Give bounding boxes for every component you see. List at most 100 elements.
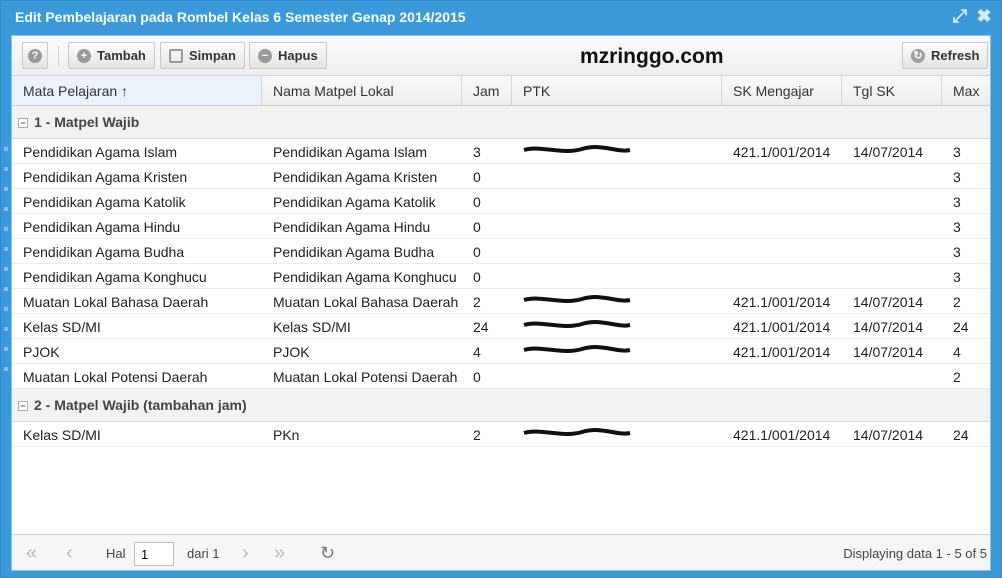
cell-mata-pelajaran: Kelas SD/MI (23, 427, 101, 443)
cell-max: 24 (953, 319, 969, 335)
toolbar: ? + Tambah Simpan − Hapus mzringgo.com ↻… (12, 36, 990, 76)
cell-sk-mengajar: 421.1/001/2014 (733, 319, 831, 335)
table-row[interactable]: Kelas SD/MI Kelas SD/MI 24 421.1/001/2014 14… (12, 314, 990, 339)
next-page-icon[interactable]: › (242, 543, 249, 563)
cell-max: 3 (953, 169, 961, 185)
cell-mata-pelajaran: Pendidikan Agama Islam (23, 144, 178, 160)
cell-mata-pelajaran: Pendidikan Agama Katolik (23, 194, 186, 210)
cell-mata-pelajaran: PJOK (23, 344, 60, 360)
add-label: Tambah (97, 48, 146, 63)
column-header-ptk[interactable]: PTK (512, 76, 722, 105)
plus-icon: + (77, 48, 91, 63)
table-row[interactable]: Pendidikan Agama Islam Pendidikan Agama I… (12, 139, 990, 164)
close-icon[interactable]: ✖ (975, 7, 993, 25)
cell-mata-pelajaran: Pendidikan Agama Hindu (23, 219, 181, 235)
collapse-icon[interactable]: − (18, 401, 28, 411)
cell-jam: 0 (473, 244, 481, 260)
cell-mata-pelajaran: Kelas SD/MI (23, 319, 101, 335)
cell-sk-mengajar: 421.1/001/2014 (733, 144, 831, 160)
cell-jam: 0 (473, 219, 481, 235)
cell-tgl-sk: 14/07/2014 (853, 427, 924, 443)
table-row[interactable]: Pendidikan Agama Hindu Pendidikan Agama H… (12, 214, 990, 239)
column-header-sk-mengajar[interactable]: SK Mengajar (722, 76, 842, 105)
column-header-nama-matpel-lokal[interactable]: Nama Matpel Lokal (262, 76, 462, 105)
toolbar-divider (58, 46, 59, 66)
cell-nama-matpel-lokal: Muatan Lokal Bahasa Daerah (273, 294, 459, 310)
cell-nama-matpel-lokal: Pendidikan Agama Kristen (273, 169, 438, 185)
column-header-tgl-sk[interactable]: Tgl SK (842, 76, 942, 105)
group-label: 2 - Matpel Wajib (tambahan jam) (34, 397, 247, 413)
cell-max: 3 (953, 194, 961, 210)
cell-nama-matpel-lokal: PJOK (273, 344, 310, 360)
save-label: Simpan (189, 48, 236, 63)
refresh-icon: ↻ (911, 48, 925, 63)
cell-nama-matpel-lokal: Kelas SD/MI (273, 319, 351, 335)
page-number-input[interactable] (134, 542, 174, 566)
table-row[interactable]: Pendidikan Agama Katolik Pendidikan Agama… (12, 189, 990, 214)
cell-max: 3 (953, 244, 961, 260)
group-label: 1 - Matpel Wajib (34, 114, 140, 130)
cell-sk-mengajar: 421.1/001/2014 (733, 294, 831, 310)
ptk-redacted-scribble (523, 428, 631, 436)
cell-sk-mengajar: 421.1/001/2014 (733, 427, 831, 443)
cell-nama-matpel-lokal: Muatan Lokal Potensi Daerah (273, 369, 458, 385)
cell-mata-pelajaran: Muatan Lokal Potensi Daerah (23, 369, 208, 385)
table-row[interactable]: PJOK PJOK 4 421.1/001/2014 14/07/2014 4 (12, 339, 990, 364)
cell-max: 3 (953, 219, 961, 235)
table-row[interactable]: Pendidikan Agama Budha Pendidikan Agama B… (12, 239, 990, 264)
cell-max: 24 (953, 427, 969, 443)
collapse-icon[interactable]: − (18, 118, 28, 128)
table-row[interactable]: Muatan Lokal Potensi Daerah Muatan Lokal … (12, 364, 990, 389)
cell-jam: 0 (473, 194, 481, 210)
prev-page-icon[interactable]: ‹ (66, 543, 73, 563)
cell-mata-pelajaran: Pendidikan Agama Budha (23, 244, 185, 260)
cell-max: 2 (953, 369, 961, 385)
pager-refresh-icon[interactable]: ↻ (320, 543, 335, 564)
refresh-button[interactable]: ↻ Refresh (902, 42, 989, 69)
cell-max: 3 (953, 269, 961, 285)
cell-jam: 24 (473, 319, 489, 335)
maximize-icon[interactable]: ⤢ (951, 7, 969, 25)
cell-jam: 3 (473, 144, 481, 160)
cell-mata-pelajaran: Muatan Lokal Bahasa Daerah (23, 294, 209, 310)
dialog-body: ? + Tambah Simpan − Hapus mzringgo.com ↻… (11, 35, 991, 571)
table-row[interactable]: Muatan Lokal Bahasa Daerah Muatan Lokal B… (12, 289, 990, 314)
last-page-icon[interactable]: » (274, 543, 285, 563)
cell-nama-matpel-lokal: Pendidikan Agama Katolik (273, 194, 436, 210)
table-row[interactable]: Pendidikan Agama Konghucu Pendidikan Agam… (12, 264, 990, 289)
dialog-title: Edit Pembelajaran pada Rombel Kelas 6 Se… (15, 9, 466, 25)
grid-header: Mata Pelajaran ↑ Nama Matpel Lokal Jam P… (12, 76, 990, 106)
save-button[interactable]: Simpan (160, 42, 245, 69)
column-header-mata-pelajaran[interactable]: Mata Pelajaran ↑ (12, 76, 262, 105)
pagination-bar: « ‹ Hal dari 1 › » ↻ Displaying data 1 -… (12, 534, 990, 570)
cell-tgl-sk: 14/07/2014 (853, 144, 924, 160)
display-info: Displaying data 1 - 5 of 5 (843, 546, 987, 561)
minus-icon: − (258, 48, 272, 63)
column-header-max[interactable]: Max (942, 76, 990, 105)
cell-jam: 0 (473, 369, 481, 385)
group-header[interactable]: −2 - Matpel Wajib (tambahan jam) (12, 389, 990, 422)
cell-jam: 4 (473, 344, 481, 360)
group-header[interactable]: −1 - Matpel Wajib (12, 106, 990, 139)
cell-tgl-sk: 14/07/2014 (853, 319, 924, 335)
question-icon: ? (28, 48, 42, 63)
cell-jam: 0 (473, 269, 481, 285)
cell-nama-matpel-lokal: Pendidikan Agama Konghucu (273, 269, 457, 285)
dialog-window: Edit Pembelajaran pada Rombel Kelas 6 Se… (0, 0, 1002, 578)
cell-jam: 2 (473, 294, 481, 310)
grid-body: −1 - Matpel Wajib Pendidikan Agama Islam P… (12, 106, 990, 447)
cell-nama-matpel-lokal: Pendidikan Agama Islam (273, 144, 428, 160)
dialog-titlebar[interactable]: Edit Pembelajaran pada Rombel Kelas 6 Se… (1, 1, 1001, 33)
first-page-icon[interactable]: « (26, 543, 37, 563)
add-button[interactable]: + Tambah (68, 42, 155, 69)
cell-sk-mengajar: 421.1/001/2014 (733, 344, 831, 360)
delete-button[interactable]: − Hapus (249, 42, 327, 69)
table-row[interactable]: Kelas SD/MI PKn 2 421.1/001/2014 14/07/2014 2… (12, 422, 990, 447)
cell-max: 4 (953, 344, 961, 360)
help-button[interactable]: ? (22, 42, 48, 69)
page-label: Hal (106, 546, 126, 561)
table-row[interactable]: Pendidikan Agama Kristen Pendidikan Agama… (12, 164, 990, 189)
column-header-jam[interactable]: Jam (462, 76, 512, 105)
cell-mata-pelajaran: Pendidikan Agama Konghucu (23, 269, 207, 285)
floppy-icon (169, 48, 183, 63)
